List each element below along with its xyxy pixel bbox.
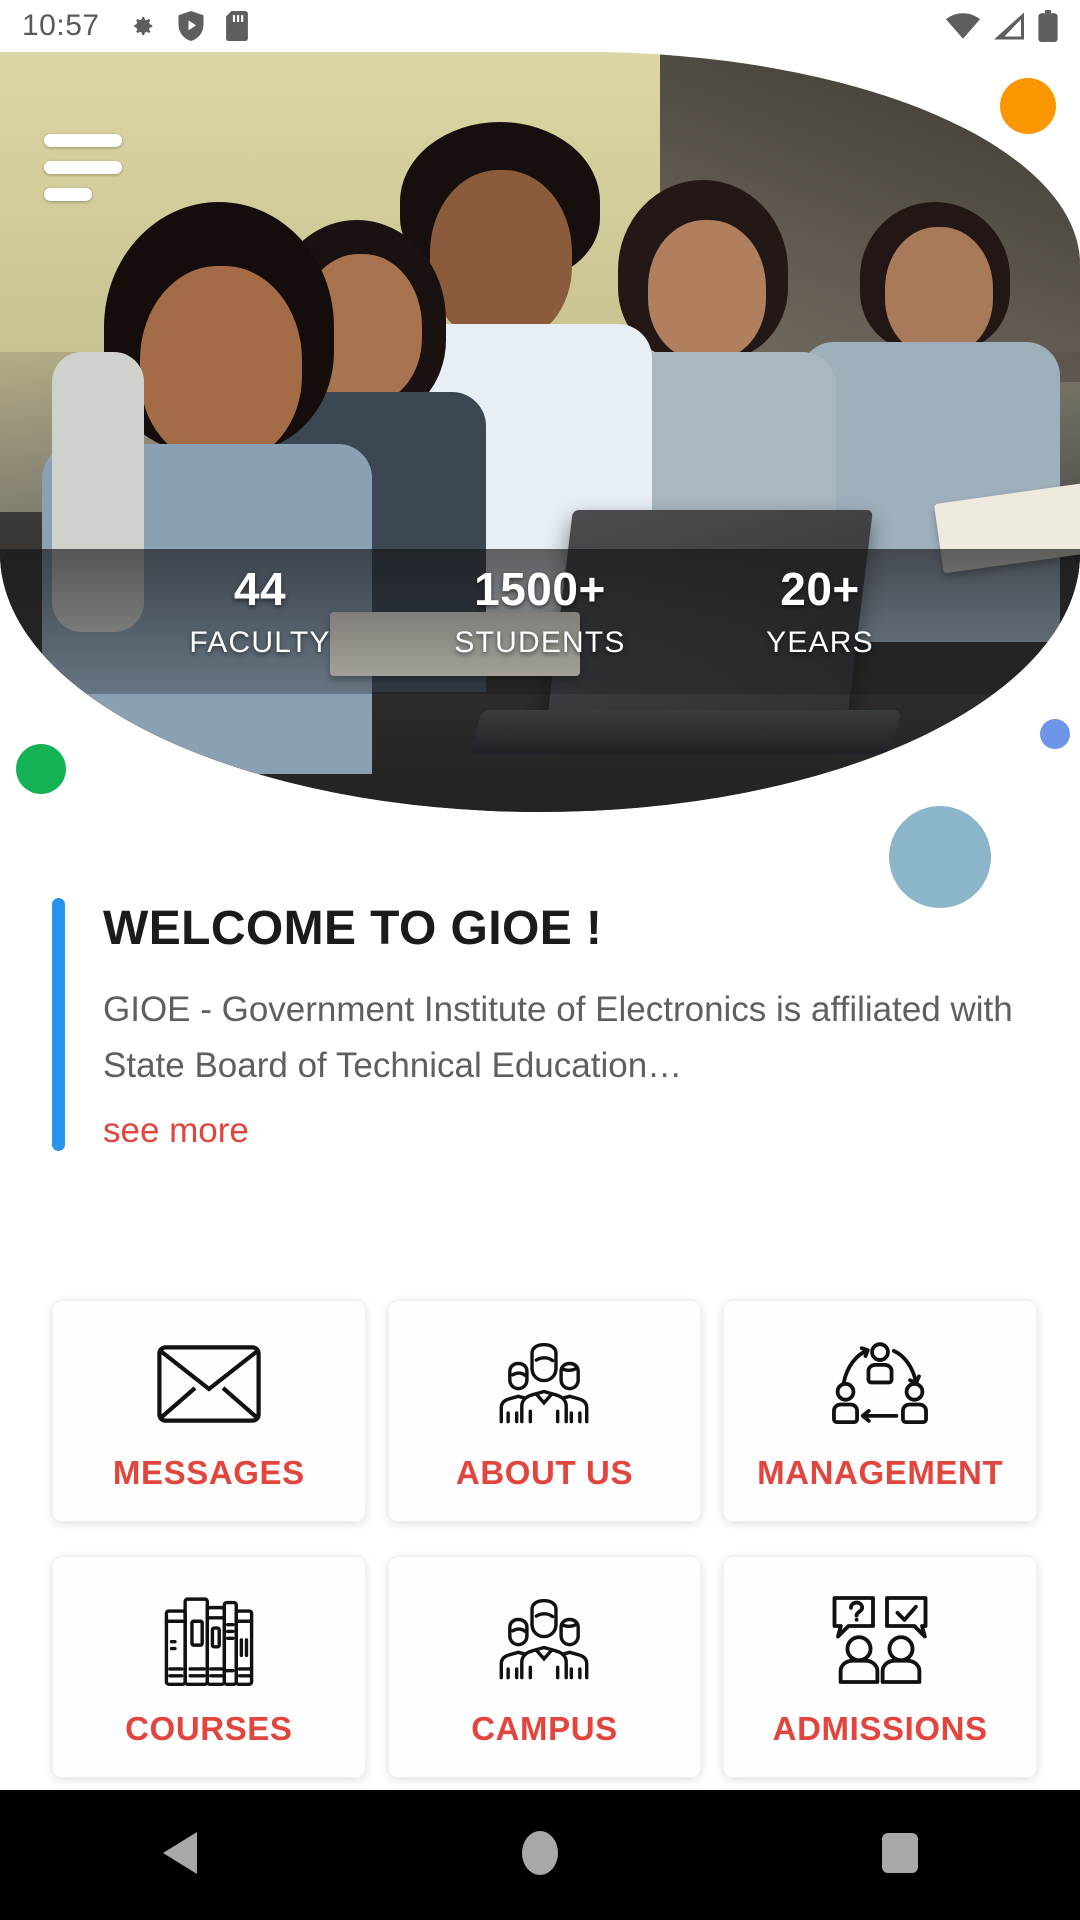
recents-square-icon: [880, 1830, 920, 1881]
hamburger-bar-3: [44, 188, 92, 201]
stat-number: 44: [233, 563, 287, 615]
welcome-title: WELCOME TO GIOE !: [103, 902, 603, 955]
card-label: COURSES: [125, 1710, 293, 1747]
card-about-us[interactable]: ABOUT US: [387, 1300, 702, 1522]
card-courses[interactable]: COURSES: [52, 1556, 366, 1778]
hamburger-bar-1: [44, 134, 122, 147]
welcome-section: WELCOME TO GIOE ! GIOE - Government Inst…: [52, 898, 1032, 1152]
card-messages[interactable]: MESSAGES: [52, 1300, 366, 1522]
decor-dot-green: [16, 744, 66, 794]
welcome-content: WELCOME TO GIOE ! GIOE - Government Inst…: [103, 898, 1032, 1151]
welcome-description: GIOE - Government Institute of Electroni…: [103, 989, 1013, 1086]
decor-dot-orange: [1000, 78, 1056, 134]
stat-number: 20+: [780, 563, 860, 615]
stat-item: 1500+ STUDENTS: [400, 563, 680, 660]
gear-icon: [126, 11, 156, 41]
status-bar: 10:57: [0, 0, 1080, 52]
card-label: ADMISSIONS: [772, 1710, 988, 1747]
stat-number: 1500+: [474, 563, 606, 615]
wifi-icon: [946, 12, 980, 40]
stat-item: 44 FACULTY: [120, 563, 400, 660]
nav-recents-button[interactable]: [815, 1790, 985, 1920]
people-speech-icon: [831, 1586, 929, 1694]
hamburger-menu-icon[interactable]: [44, 134, 124, 201]
decor-dot-blue: [1040, 719, 1070, 749]
welcome-accent-bar: [52, 898, 65, 1152]
battery-icon: [1038, 10, 1058, 42]
status-bar-clock: 10:57: [22, 9, 100, 42]
hero-image-card: 44 FACULTY 1500+ STUDENTS 20+ YEARS: [0, 52, 1080, 812]
hero-stats-bar: 44 FACULTY 1500+ STUDENTS 20+ YEARS: [0, 549, 1080, 694]
stat-label: YEARS: [766, 625, 874, 659]
status-bar-system-icons: [946, 10, 1058, 42]
app-root: 10:57 44 FACULTY 1500+ STUDENTS 20+ YEAR…: [0, 0, 1080, 1920]
shield-play-icon: [178, 11, 204, 41]
quick-links-grid: MESSAGES ABOUT US MANAGEMENT COURSES CAM…: [52, 1300, 1037, 1778]
stat-label: FACULTY: [189, 625, 331, 659]
decor-dot-steel: [889, 806, 991, 908]
cell-signal-icon: [994, 12, 1024, 40]
hamburger-bar-2: [44, 161, 122, 174]
books-icon: [163, 1586, 255, 1694]
people-cycle-icon: [830, 1330, 930, 1438]
android-navigation-bar: [0, 1790, 1080, 1920]
people-group-icon: [494, 1586, 594, 1694]
back-triangle-icon: [159, 1830, 201, 1881]
status-bar-notification-icons: [126, 11, 248, 41]
card-label: MESSAGES: [112, 1454, 305, 1491]
card-admissions[interactable]: ADMISSIONS: [723, 1556, 1037, 1778]
sd-card-icon: [225, 11, 248, 41]
stat-item: 20+ YEARS: [680, 563, 960, 660]
see-more-link[interactable]: see more: [103, 1111, 249, 1151]
stat-label: STUDENTS: [454, 625, 626, 659]
hero-photo: [0, 52, 1080, 812]
card-label: ABOUT US: [455, 1454, 634, 1491]
card-label: MANAGEMENT: [757, 1454, 1004, 1491]
card-label: CAMPUS: [471, 1710, 618, 1747]
home-circle-icon: [520, 1830, 560, 1881]
card-campus[interactable]: CAMPUS: [387, 1556, 702, 1778]
nav-back-button[interactable]: [95, 1790, 265, 1920]
nav-home-button[interactable]: [455, 1790, 625, 1920]
envelope-icon: [157, 1330, 261, 1438]
card-management[interactable]: MANAGEMENT: [723, 1300, 1037, 1522]
people-group-icon: [494, 1330, 594, 1438]
hero-section: 44 FACULTY 1500+ STUDENTS 20+ YEARS: [0, 52, 1080, 812]
